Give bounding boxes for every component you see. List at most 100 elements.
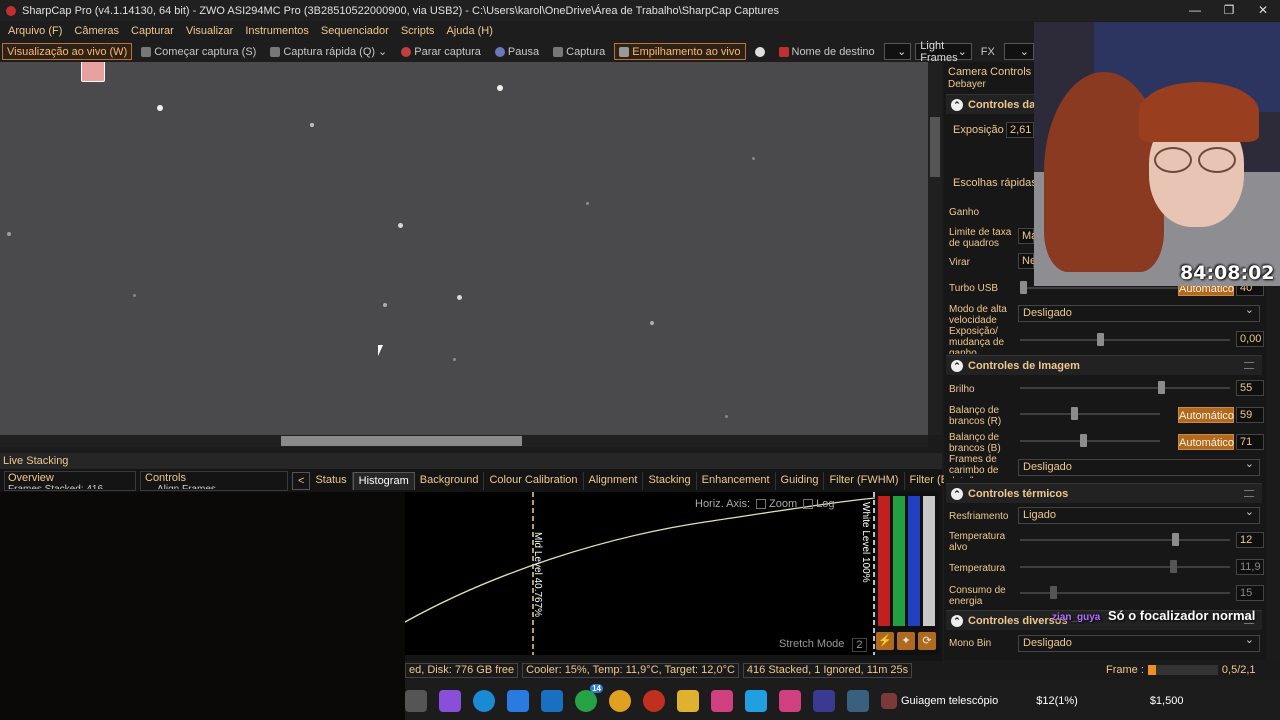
cooling-select[interactable]: Ligado [1018,505,1260,524]
star-icon[interactable]: ✦ [897,632,915,650]
lightning-icon[interactable]: ⚡ [876,632,894,650]
target-temp-value[interactable]: 12 [1236,532,1264,548]
high-speed-select[interactable]: Desligado [1018,303,1260,322]
collapse-icon[interactable]: ⌃ [951,615,963,627]
tab-enhancement[interactable]: Enhancement [697,472,776,490]
slider-knob[interactable] [1097,333,1105,346]
luminance-channel-bar[interactable] [923,496,935,626]
tab-alignment[interactable]: Alignment [584,472,644,490]
target-temp-slider[interactable] [1020,533,1230,546]
stellarium-icon[interactable] [813,689,835,712]
menu-capture[interactable]: Capturar [125,25,180,37]
slider-knob[interactable] [1020,281,1027,294]
minimize-button[interactable]: — [1178,0,1212,21]
horizontal-scrollbar[interactable] [0,435,928,447]
brightness-slider[interactable] [1020,381,1230,394]
tab-background[interactable]: Background [415,472,485,490]
thermal-section-header[interactable]: ⌃ Controles térmicos [946,483,1262,503]
menu-cameras[interactable]: Câmeras [68,25,125,37]
blue-channel-bar[interactable] [908,496,920,626]
record-icon[interactable] [750,43,770,60]
collapse-icon[interactable]: ⌃ [951,360,963,372]
wb-b-auto-button[interactable]: Automático [1178,434,1234,450]
zoom-checkbox[interactable]: Zoom [756,498,797,510]
live-view-button[interactable]: Visualização ao vivo (W) [2,43,133,60]
sharpcap-icon[interactable] [711,689,733,712]
menu-scripts[interactable]: Scripts [395,25,441,37]
task-view-icon[interactable] [405,689,427,712]
wb-b-slider[interactable] [1020,434,1160,447]
capture-button[interactable]: Captura [548,43,610,60]
exposure-gain-slider[interactable] [1020,333,1230,346]
collapse-icon[interactable]: ⌃ [951,488,963,500]
flip-select[interactable]: Ne [1018,253,1036,269]
stop-capture-button[interactable]: Parar captura [396,43,486,60]
exposure-gain-value[interactable]: 0,00 [1236,331,1264,347]
quick-capture-button[interactable]: Captura rápida (Q) ⌄ [265,43,392,60]
menu-sequencer[interactable]: Sequenciador [315,25,395,37]
tab-scroll-left[interactable]: < [292,472,311,490]
wb-r-auto-button[interactable]: Automático [1178,407,1234,423]
tab-status[interactable]: Status [310,472,353,490]
fx-select[interactable]: ⌄ [1003,43,1034,60]
wb-b-value[interactable]: 71 [1236,434,1264,450]
mono-bin-select[interactable]: Desligado [1018,633,1260,652]
opera-icon[interactable] [643,689,665,712]
vertical-scrollbar[interactable] [928,62,942,435]
brightness-value[interactable]: 55 [1236,380,1264,396]
explorer-icon[interactable] [677,689,699,712]
image-section-header[interactable]: ⌃ Controles de Imagem [946,355,1262,375]
target-name-select[interactable]: ⌄ [883,43,912,60]
red-channel-bar[interactable] [878,496,890,626]
tab-colour-calibration[interactable]: Colour Calibration [484,472,584,490]
app-icon[interactable] [847,689,869,712]
tab-histogram[interactable]: Histogram [352,472,415,490]
live-view-image[interactable] [0,62,928,435]
copilot-icon[interactable] [439,689,461,712]
menu-view[interactable]: Visualizar [180,25,240,37]
slider-knob[interactable] [1172,533,1180,546]
channel-level-sliders[interactable]: ⚡ ✦ ⟳ [875,492,939,655]
menu-file[interactable]: Arquivo (F) [2,25,68,37]
reset-icon[interactable]: ⟳ [918,632,936,650]
log-checkbox[interactable]: Log [803,498,835,510]
live-stacking-button[interactable]: Empilhamento ao vivo [614,43,746,60]
slider-knob[interactable] [1070,407,1078,420]
slider-knob[interactable] [1158,381,1166,394]
wb-r-value[interactable]: 59 [1236,407,1264,423]
maximize-button[interactable]: ❐ [1212,0,1246,21]
overlay-badge-icon[interactable] [81,62,105,82]
menu-help[interactable]: Ajuda (H) [440,25,498,37]
histogram-plot[interactable]: Mid Level 40.767% White Level 100% Horiz… [405,492,875,655]
turbo-usb-slider[interactable] [1020,281,1180,294]
frame-rate-select[interactable]: Ma [1018,228,1037,244]
close-button[interactable]: ✕ [1246,0,1280,21]
app-icon[interactable] [541,689,563,712]
timestamp-select[interactable]: Desligado [1018,457,1260,476]
whatsapp-icon[interactable]: 14 [575,683,603,712]
wb-r-slider[interactable] [1020,407,1160,420]
chrome-icon[interactable] [609,689,631,712]
collapse-icon[interactable]: ⌃ [951,99,963,111]
store-icon[interactable] [507,689,529,712]
menu-tools[interactable]: Instrumentos [239,25,315,37]
menu-icon[interactable] [1244,490,1254,497]
tab-guiding[interactable]: Guiding [776,472,825,490]
start-capture-button[interactable]: Começar captura (S) [136,43,261,60]
align-frames-checkbox[interactable]: Align Frames [145,484,287,489]
slider-knob[interactable] [1079,434,1087,447]
edge-icon[interactable] [473,689,495,712]
frame-type-select[interactable]: Light Frames ⌄ [915,40,972,64]
disk-status: ed, Disk: 776 GB free [405,662,519,678]
menu-icon[interactable] [1244,362,1254,369]
scroll-thumb[interactable] [281,436,522,446]
green-channel-bar[interactable] [893,496,905,626]
guiding-taskbar-item[interactable]: Guiagem telescópio [881,692,998,709]
exposure-value[interactable]: 2,61 [1006,122,1034,138]
app-icon[interactable] [745,689,767,712]
tab-stacking[interactable]: Stacking [643,472,697,490]
pause-button[interactable]: Pausa [490,43,544,60]
sharpcap-icon[interactable] [779,689,801,712]
stretch-mode-value[interactable]: 2 [852,638,867,652]
tab-filter-fwhm[interactable]: Filter (FWHM) [824,472,905,490]
